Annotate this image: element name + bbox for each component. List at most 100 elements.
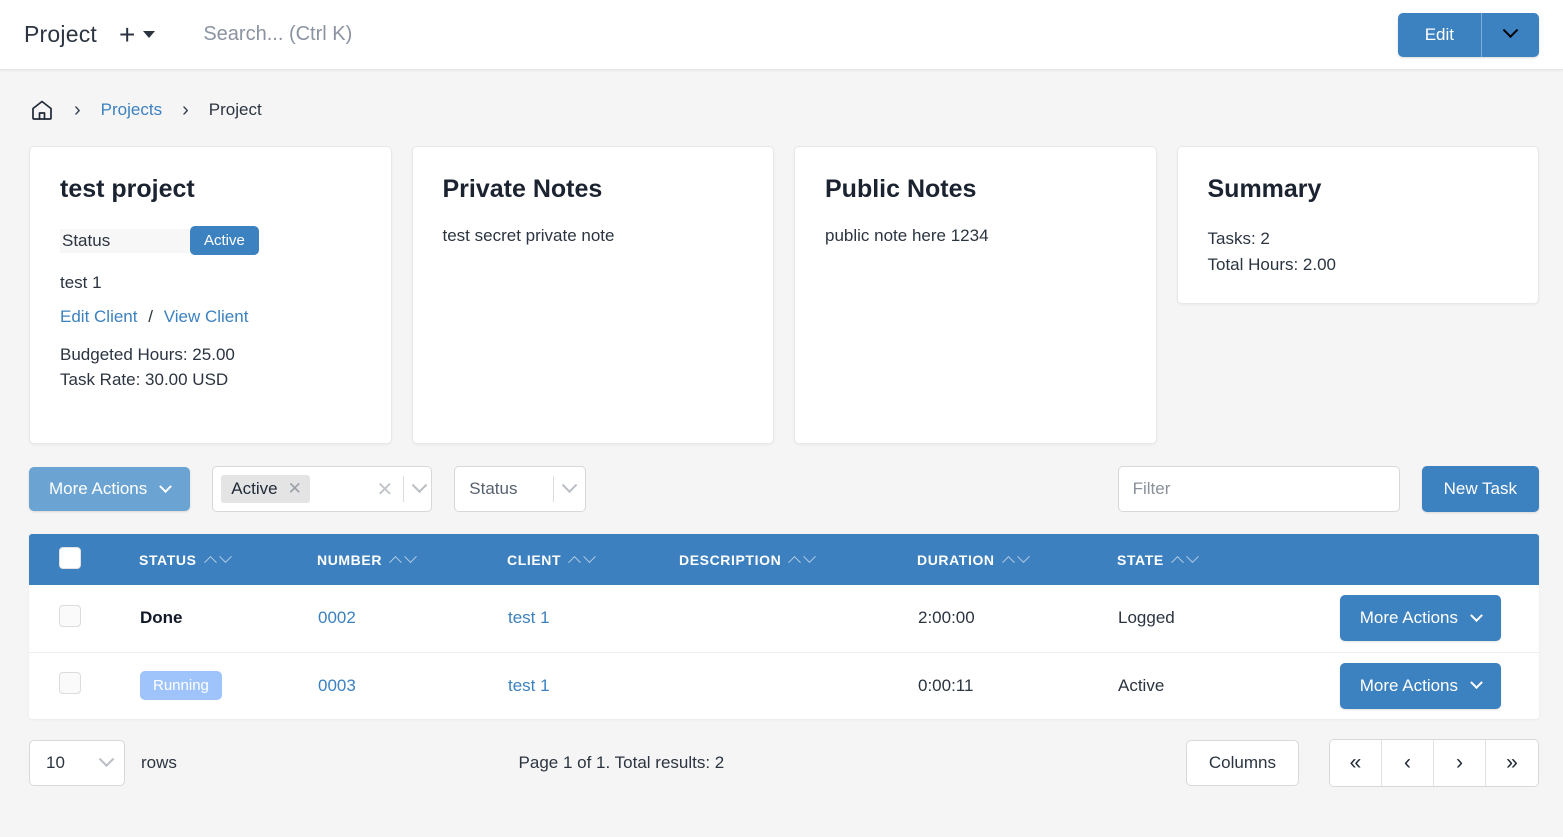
column-header-client[interactable]: CLIENT [507,534,679,585]
chevron-down-icon [1502,22,1519,39]
sort-desc-icon[interactable] [404,550,417,564]
table-row[interactable]: Done 0002 test 1 2:00:00 Logged More Act… [29,585,1539,652]
view-client-link[interactable]: View Client [164,307,249,326]
budgeted-hours: Budgeted Hours: 25.00 [60,345,235,364]
cell-description [679,585,917,652]
sort-asc-icon[interactable] [1170,555,1184,569]
cell-duration: 2:00:00 [918,608,975,628]
status-filter-chip: Active ✕ [221,475,310,503]
status-badge: Active [190,226,259,255]
plus-icon[interactable]: + [119,20,135,49]
status-label: Status [60,228,190,253]
first-page-button[interactable]: « [1330,740,1382,786]
edit-button-group: Edit [1397,12,1539,57]
row-more-actions-button[interactable]: More Actions [1339,662,1501,709]
tasks-table-container: STATUS NUMBER CLIENT DESCRIPTION DURATIO… [29,534,1539,719]
edit-dropdown-button[interactable] [1481,12,1539,57]
next-page-button[interactable]: › [1434,740,1486,786]
clear-all-icon[interactable]: ✕ [377,477,394,502]
row-checkbox[interactable] [59,672,81,695]
sort-asc-icon[interactable] [203,555,217,569]
home-icon[interactable] [30,98,54,122]
status-select-controls [553,476,578,502]
column-header-number[interactable]: NUMBER [317,534,507,585]
table-head: STATUS NUMBER CLIENT DESCRIPTION DURATIO… [29,534,1539,585]
last-page-button[interactable]: » [1486,740,1538,786]
table-row[interactable]: Running 0003 test 1 0:00:11 Active More … [29,652,1539,719]
sort-asc-icon[interactable] [1001,555,1015,569]
status-badge-running: Running [140,671,222,701]
summary-tasks: Tasks: 2 [1207,229,1270,248]
public-notes-title: Public Notes [825,175,977,203]
summary-card: Summary Tasks: 2 Total Hours: 2.00 [1176,146,1539,304]
project-details-card: test project Status Active test 1 Edit C… [29,146,392,444]
row-more-actions-label: More Actions [1359,675,1458,695]
sort-asc-icon[interactable] [788,555,802,569]
summary-total-hours: Total Hours: 2.00 [1207,254,1337,274]
project-client-links: Edit Client / View Client [60,307,361,327]
row-select-cell [29,652,139,719]
status-filter-chip-label: Active [231,479,278,498]
sort-asc-icon[interactable] [389,555,402,569]
breadcrumb-separator-1: › [74,98,81,121]
close-icon[interactable]: ✕ [288,479,302,499]
column-header-client-label: CLIENT [507,551,562,568]
cell-state: Logged [1118,608,1175,628]
previous-page-button[interactable]: ‹ [1382,740,1434,786]
status-multiselect[interactable]: Active ✕ ✕ [212,466,433,512]
status-select[interactable]: Status [454,466,587,512]
select-all-checkbox[interactable] [59,547,81,569]
public-notes-body: public note here 1234 [825,226,989,245]
cell-client: test 1 [507,652,679,719]
more-actions-button[interactable]: More Actions [29,467,191,511]
columns-button[interactable]: Columns [1185,740,1299,786]
row-select-cell [29,585,139,652]
cell-actions: More Actions [1297,652,1539,719]
rows-per-page-value: 10 [46,753,65,772]
filter-input[interactable] [1117,466,1400,512]
sort-desc-icon[interactable] [1185,550,1199,564]
top-bar: Project + Edit [0,0,1563,70]
cell-number: 0002 [317,585,507,652]
column-header-state[interactable]: STATE [1117,534,1297,585]
column-header-status-label: STATUS [139,551,197,568]
chevron-down-icon[interactable] [561,476,578,493]
column-header-actions [1297,534,1539,585]
sort-asc-icon[interactable] [568,555,582,569]
chevron-down-icon [159,479,173,493]
sort-desc-icon[interactable] [218,550,232,564]
search-input[interactable] [201,22,1398,47]
breadcrumb-item-project: Project [208,100,262,119]
column-header-state-label: STATE [1117,551,1164,568]
chevron-down-icon[interactable] [411,476,428,493]
edit-button[interactable]: Edit [1397,12,1481,57]
column-header-duration[interactable]: DURATION [917,534,1117,585]
task-rate: Task Rate: 30.00 USD [60,369,229,389]
breadcrumb-item-projects[interactable]: Projects [101,100,162,120]
column-header-description-label: DESCRIPTION [679,551,782,568]
divider [403,476,405,502]
private-notes-body: test secret private note [442,226,615,245]
breadcrumb: › Projects › Project [0,70,1563,122]
new-task-button[interactable]: New Task [1421,466,1539,512]
cell-description [679,652,917,719]
task-number-link[interactable]: 0002 [318,608,356,627]
client-link[interactable]: test 1 [508,676,550,695]
client-link[interactable]: test 1 [508,608,550,627]
sort-desc-icon[interactable] [583,550,597,564]
row-more-actions-button[interactable]: More Actions [1339,595,1501,642]
table-toolbar: More Actions Active ✕ ✕ Status New Task [0,444,1563,512]
sort-desc-icon[interactable] [1016,550,1030,564]
cell-status: Running [139,652,317,719]
sort-desc-icon[interactable] [803,550,817,564]
task-number-link[interactable]: 0003 [318,676,356,695]
table-body: Done 0002 test 1 2:00:00 Logged More Act… [29,585,1539,719]
private-notes-card: Private Notes test secret private note [411,146,774,444]
row-checkbox[interactable] [59,604,81,627]
column-header-description[interactable]: DESCRIPTION [679,534,917,585]
table-header-row: STATUS NUMBER CLIENT DESCRIPTION DURATIO… [29,534,1539,585]
caret-down-icon[interactable] [143,31,156,38]
edit-client-link[interactable]: Edit Client [60,307,137,326]
column-header-status[interactable]: STATUS [139,534,317,585]
project-status-row: Status Active [60,226,361,255]
